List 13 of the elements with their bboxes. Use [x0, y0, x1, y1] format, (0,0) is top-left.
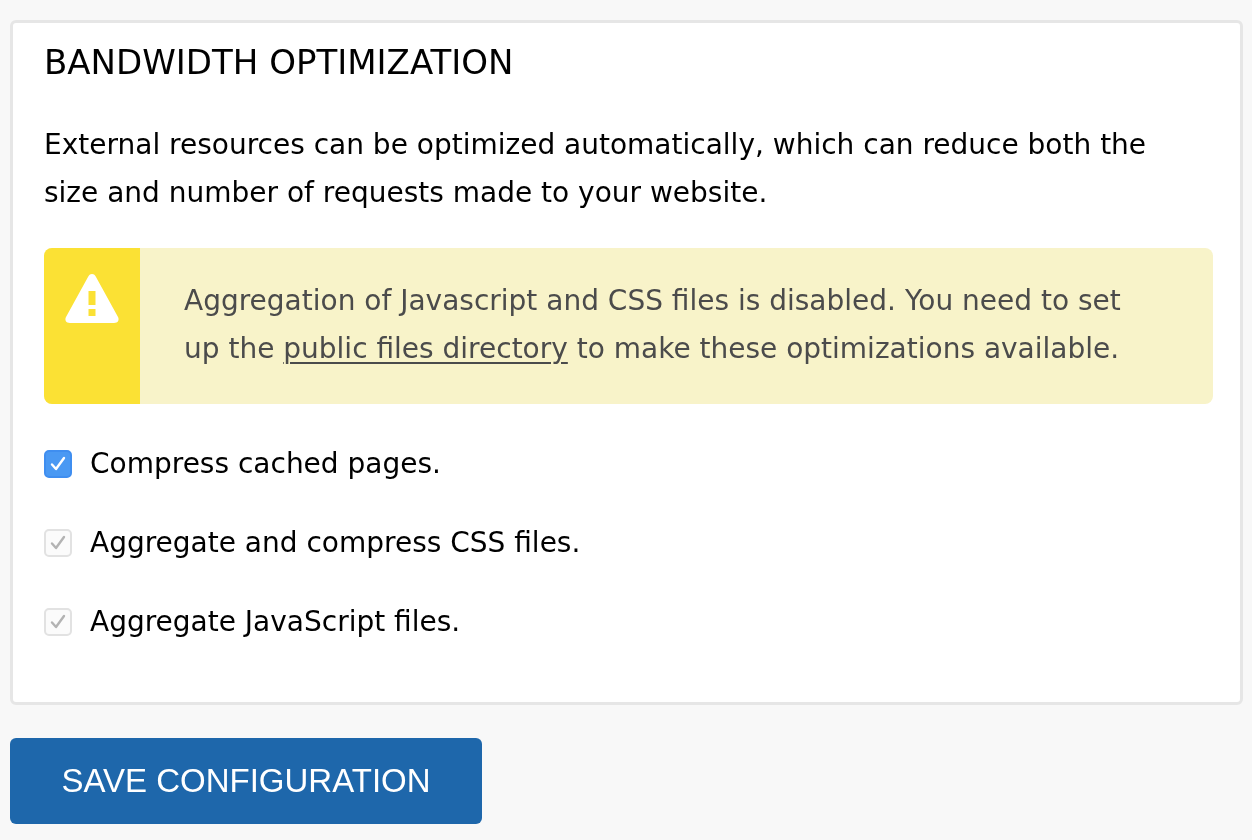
save-button[interactable]: SAVE CONFIGURATION: [10, 738, 482, 824]
public-files-link[interactable]: public files directory: [283, 332, 568, 365]
option-label: Aggregate JavaScript files.: [90, 604, 461, 640]
checkmark-icon: [50, 535, 66, 551]
warning-text: Aggregation of Javascript and CSS files is disabled. You need to set up the public files directory to make these optimizations available.: [183, 283, 1122, 367]
description-text: External resources can be optimized automatically, which can reduce both the size and number of requests made to your website.: [44, 127, 1148, 211]
section-title: BANDWIDTH OPTIMIZATION: [44, 41, 514, 84]
option-label: Compress cached pages.: [90, 446, 441, 482]
checkbox[interactable]: [44, 450, 72, 478]
warning-icon: [64, 271, 120, 325]
checkmark-icon: [50, 614, 66, 630]
checkmark-icon: [50, 456, 66, 472]
option-label: Aggregate and compress CSS files.: [90, 525, 581, 561]
